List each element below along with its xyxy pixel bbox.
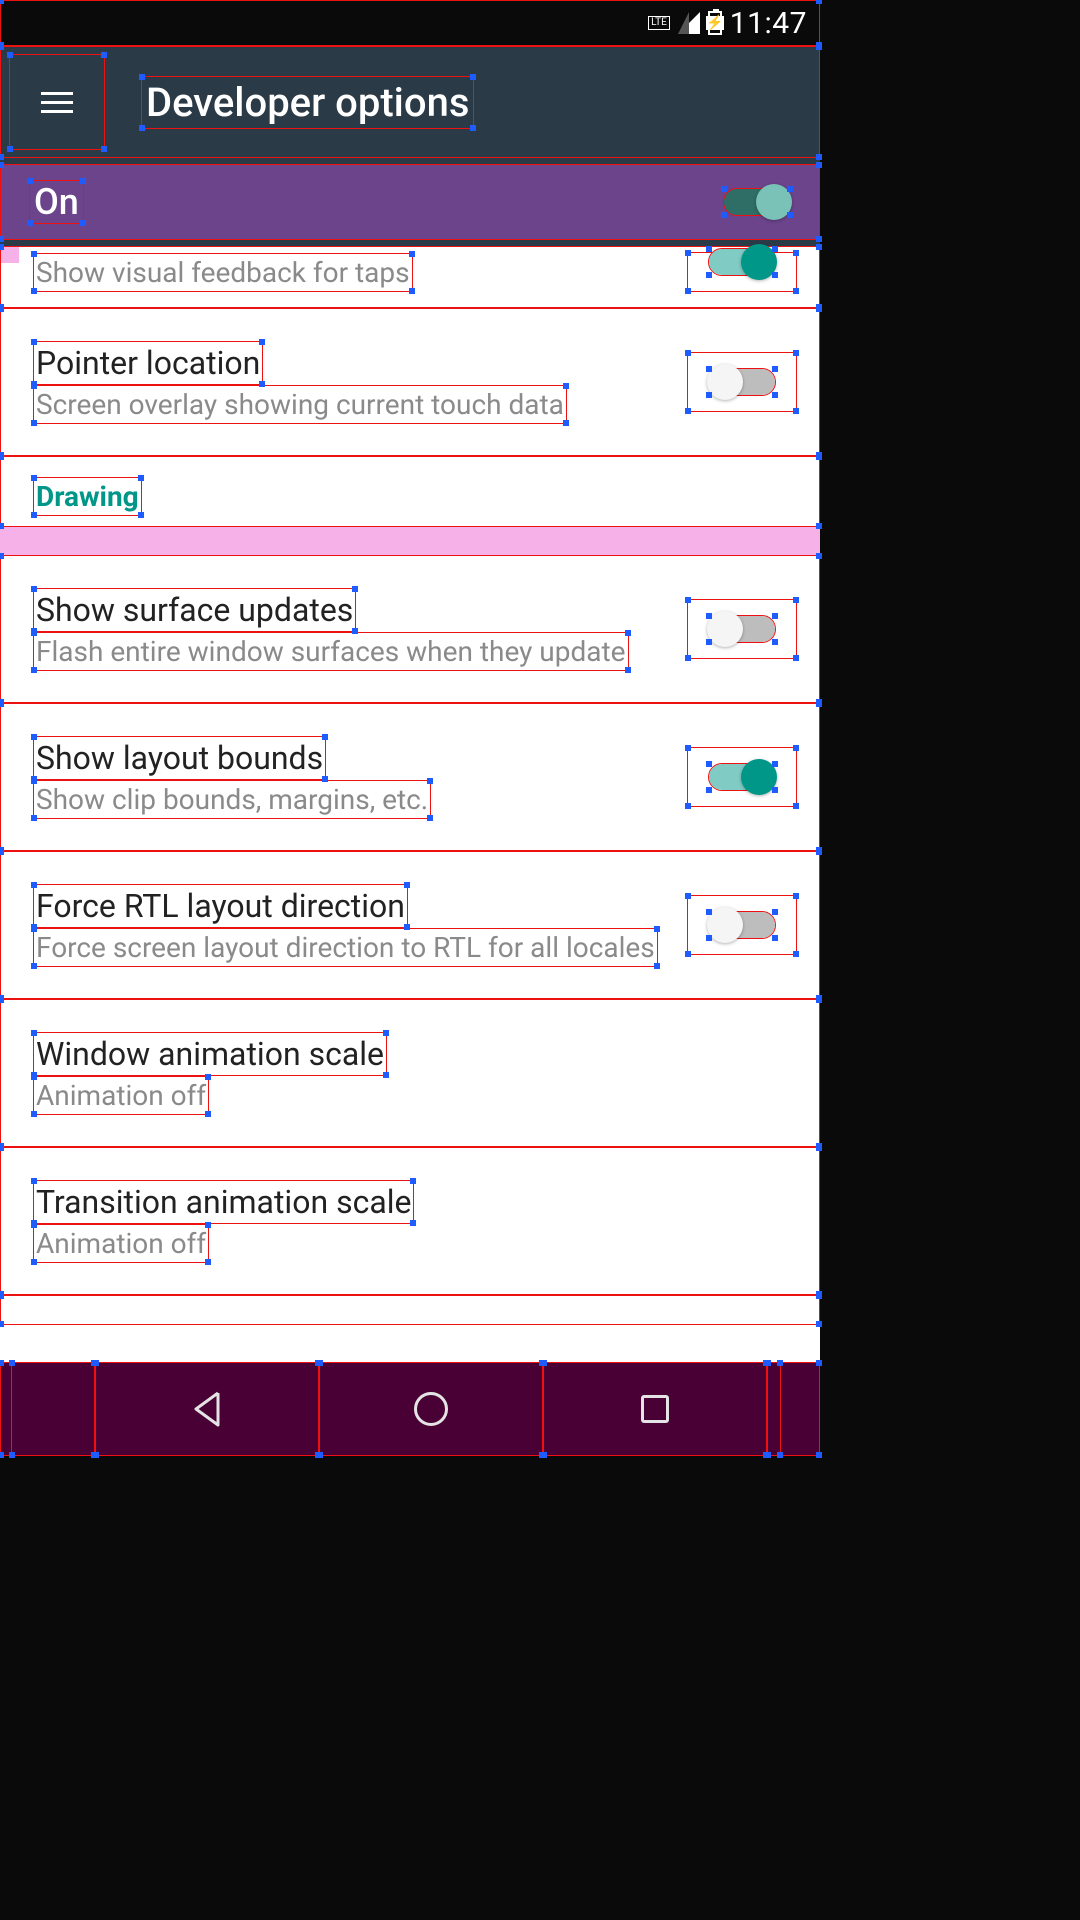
row-subtitle: Flash entire window surfaces when they u…	[33, 632, 629, 671]
nav-spacer	[767, 1362, 781, 1456]
master-switch-row[interactable]: On	[0, 164, 820, 240]
hamburger-menu-button[interactable]	[9, 54, 105, 150]
toggle-pointer-location[interactable]	[708, 368, 776, 396]
nav-recent-button[interactable]	[543, 1362, 767, 1456]
row-show-surface-updates[interactable]: Show surface updates Flash entire window…	[0, 555, 820, 703]
toggle-show-surface-updates[interactable]	[708, 615, 776, 643]
row-title: Transition animation scale	[33, 1180, 414, 1224]
section-header-label: Drawing	[33, 477, 142, 516]
settings-list[interactable]: Show visual feedback for taps Pointer lo…	[0, 246, 820, 1325]
master-switch-label: On	[29, 180, 84, 224]
home-icon	[414, 1392, 448, 1426]
row-subtitle: Screen overlay showing current touch dat…	[33, 385, 567, 424]
nav-spacer	[11, 1362, 95, 1456]
switch-slot	[687, 599, 797, 659]
row-subtitle: Show clip bounds, margins, etc.	[33, 780, 431, 819]
lte-icon: LTE	[648, 8, 670, 38]
row-subtitle: Force screen layout direction to RTL for…	[33, 928, 658, 967]
row-transition-animation-scale[interactable]: Transition animation scale Animation off	[0, 1147, 820, 1295]
navigation-bar	[0, 1362, 820, 1456]
switch-slot	[687, 747, 797, 807]
row-window-animation-scale[interactable]: Window animation scale Animation off	[0, 999, 820, 1147]
row-title: Pointer location	[33, 341, 263, 385]
switch-slot	[687, 352, 797, 412]
row-pointer-location[interactable]: Pointer location Screen overlay showing …	[0, 308, 820, 456]
status-bar-clock: 11:47	[730, 6, 807, 41]
nav-back-button[interactable]	[95, 1362, 319, 1456]
master-switch-toggle[interactable]	[723, 188, 791, 216]
row-next-partial[interactable]	[0, 1295, 820, 1325]
switch-slot	[687, 252, 797, 292]
screen-root: LTE ⚡ 11:47 Developer options On	[0, 0, 820, 1456]
row-title: Show layout bounds	[33, 736, 326, 780]
section-header-drawing: Drawing	[0, 456, 820, 527]
recent-apps-icon	[641, 1395, 669, 1423]
row-show-taps[interactable]: Show visual feedback for taps	[0, 246, 820, 308]
app-bar-title: Developer options	[141, 76, 474, 129]
hamburger-icon	[41, 92, 73, 95]
row-subtitle: Animation off	[33, 1076, 209, 1115]
nav-home-button[interactable]	[319, 1362, 543, 1456]
status-bar: LTE ⚡ 11:47	[0, 0, 820, 46]
margin-highlight	[1, 247, 19, 263]
toggle-force-rtl[interactable]	[708, 911, 776, 939]
row-subtitle: Show visual feedback for taps	[33, 253, 413, 292]
row-force-rtl[interactable]: Force RTL layout direction Force screen …	[0, 851, 820, 999]
row-title: Window animation scale	[33, 1032, 387, 1076]
toggle-show-layout-bounds[interactable]	[708, 763, 776, 791]
signal-icon	[678, 8, 700, 38]
battery-charging-icon: ⚡	[708, 8, 722, 38]
back-icon	[192, 1391, 222, 1427]
row-show-layout-bounds[interactable]: Show layout bounds Show clip bounds, mar…	[0, 703, 820, 851]
row-title: Show surface updates	[33, 588, 356, 632]
row-title: Force RTL layout direction	[33, 884, 408, 928]
switch-slot	[687, 895, 797, 955]
app-bar: Developer options	[0, 46, 820, 158]
toggle-show-taps[interactable]	[708, 248, 776, 276]
row-subtitle: Animation off	[33, 1224, 209, 1263]
margin-highlight	[0, 527, 820, 555]
